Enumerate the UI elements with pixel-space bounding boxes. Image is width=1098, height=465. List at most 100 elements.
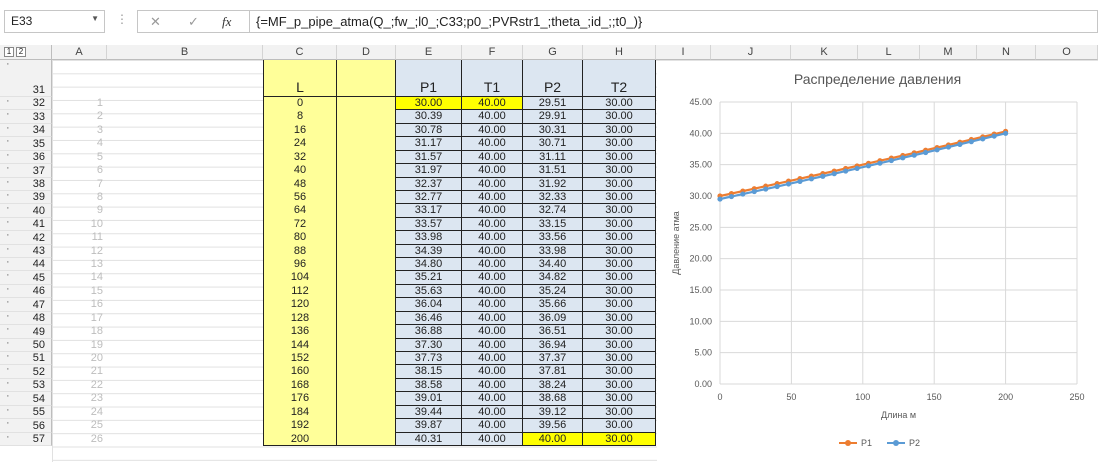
length-cell[interactable]: 8: [263, 110, 337, 124]
length-cell[interactable]: 48: [263, 177, 337, 191]
column-header-i[interactable]: I: [656, 45, 711, 60]
row-index-cell[interactable]: 2: [52, 110, 107, 123]
row-index-cell[interactable]: 5: [52, 151, 107, 164]
value-cell-h[interactable]: 30.00: [583, 365, 656, 379]
length-cell[interactable]: 152: [263, 352, 337, 366]
row-index-cell[interactable]: 23: [52, 392, 107, 405]
empty-input-cell[interactable]: [337, 217, 396, 232]
value-cell-e[interactable]: 37.30: [396, 338, 462, 353]
value-cell-h[interactable]: 30.00: [583, 123, 656, 138]
value-cell-h[interactable]: 30.00: [583, 311, 656, 326]
value-cell-f[interactable]: 40.00: [462, 392, 523, 406]
value-cell-e[interactable]: 30.00: [396, 97, 462, 111]
row-index-cell[interactable]: 15: [52, 285, 107, 298]
value-cell-e[interactable]: 34.39: [396, 244, 462, 259]
value-cell-e[interactable]: 35.63: [396, 284, 462, 299]
column-header-h[interactable]: H: [583, 45, 656, 60]
length-cell[interactable]: 96: [263, 258, 337, 272]
empty-input-cell[interactable]: [337, 405, 396, 420]
empty-input-cell[interactable]: [337, 298, 396, 312]
value-cell-h[interactable]: 30.00: [583, 271, 656, 285]
value-cell-h[interactable]: 30.00: [583, 258, 656, 272]
value-cell-e[interactable]: 33.57: [396, 217, 462, 232]
value-cell-f[interactable]: 40.00: [462, 432, 523, 446]
value-cell-f[interactable]: 40.00: [462, 231, 523, 245]
value-cell-h[interactable]: 30.00: [583, 190, 656, 205]
value-cell-f[interactable]: 40.00: [462, 217, 523, 232]
empty-input-cell[interactable]: [337, 378, 396, 393]
value-cell-e[interactable]: 30.78: [396, 123, 462, 138]
row-index-cell[interactable]: 20: [52, 352, 107, 365]
value-cell-f[interactable]: 40.00: [462, 271, 523, 285]
length-cell[interactable]: 136: [263, 325, 337, 339]
row-index-cell[interactable]: 16: [52, 298, 107, 311]
value-cell-f[interactable]: 40.00: [462, 298, 523, 312]
empty-input-cell[interactable]: [337, 284, 396, 299]
chevron-down-icon[interactable]: ▼: [91, 14, 99, 23]
value-cell-g[interactable]: 31.11: [523, 150, 583, 165]
column-header-j[interactable]: J: [711, 45, 791, 60]
row-index-cell[interactable]: 26: [52, 433, 107, 446]
row-index-cell[interactable]: 11: [52, 231, 107, 244]
value-cell-e[interactable]: 40.31: [396, 432, 462, 446]
empty-input-cell[interactable]: [337, 137, 396, 151]
row-index-cell[interactable]: 25: [52, 419, 107, 432]
value-cell-f[interactable]: 40.00: [462, 352, 523, 366]
row-index-cell[interactable]: 17: [52, 312, 107, 325]
row-index-cell[interactable]: 19: [52, 339, 107, 352]
value-cell-e[interactable]: 33.17: [396, 204, 462, 218]
value-cell-h[interactable]: 30.00: [583, 325, 656, 339]
empty-input-cell[interactable]: [337, 392, 396, 406]
value-cell-e[interactable]: 38.58: [396, 378, 462, 393]
column-header-l[interactable]: L: [858, 45, 920, 60]
length-cell[interactable]: 56: [263, 190, 337, 205]
value-cell-e[interactable]: 32.37: [396, 177, 462, 191]
length-cell[interactable]: 168: [263, 378, 337, 393]
cancel-icon[interactable]: ✕: [150, 14, 161, 30]
value-cell-h[interactable]: 30.00: [583, 244, 656, 259]
header-cell-g[interactable]: P2: [523, 60, 583, 97]
value-cell-f[interactable]: 40.00: [462, 365, 523, 379]
column-header-g[interactable]: G: [523, 45, 583, 60]
value-cell-g[interactable]: 31.51: [523, 164, 583, 178]
value-cell-g[interactable]: 31.92: [523, 177, 583, 191]
value-cell-f[interactable]: 40.00: [462, 190, 523, 205]
column-header-c[interactable]: C: [263, 45, 337, 60]
value-cell-f[interactable]: 40.00: [462, 137, 523, 151]
value-cell-h[interactable]: 30.00: [583, 338, 656, 353]
empty-input-cell[interactable]: [337, 432, 396, 446]
length-cell[interactable]: 144: [263, 338, 337, 353]
row-index-cell[interactable]: 7: [52, 178, 107, 191]
value-cell-e[interactable]: 36.04: [396, 298, 462, 312]
row-index-cell[interactable]: 10: [52, 218, 107, 231]
header-cell-d[interactable]: [337, 60, 396, 97]
pressure-chart[interactable]: Распределение давления 0.00 5.00 10.00 15.0…: [657, 61, 1098, 462]
value-cell-f[interactable]: 40.00: [462, 405, 523, 420]
length-cell[interactable]: 16: [263, 123, 337, 138]
value-cell-h[interactable]: 30.00: [583, 231, 656, 245]
value-cell-h[interactable]: 30.00: [583, 419, 656, 433]
value-cell-g[interactable]: 29.51: [523, 97, 583, 111]
value-cell-h[interactable]: 30.00: [583, 392, 656, 406]
value-cell-f[interactable]: 40.00: [462, 325, 523, 339]
value-cell-g[interactable]: 37.81: [523, 365, 583, 379]
value-cell-g[interactable]: 38.68: [523, 392, 583, 406]
value-cell-g[interactable]: 30.71: [523, 137, 583, 151]
value-cell-h[interactable]: 30.00: [583, 352, 656, 366]
value-cell-e[interactable]: 33.98: [396, 231, 462, 245]
length-cell[interactable]: 24: [263, 137, 337, 151]
value-cell-h[interactable]: 30.00: [583, 405, 656, 420]
length-cell[interactable]: 64: [263, 204, 337, 218]
value-cell-f[interactable]: 40.00: [462, 284, 523, 299]
value-cell-e[interactable]: 31.17: [396, 137, 462, 151]
value-cell-h[interactable]: 30.00: [583, 217, 656, 232]
value-cell-h[interactable]: 30.00: [583, 137, 656, 151]
length-cell[interactable]: 192: [263, 419, 337, 433]
value-cell-f[interactable]: 40.00: [462, 123, 523, 138]
value-cell-e[interactable]: 34.80: [396, 258, 462, 272]
name-box[interactable]: E33 ▼: [4, 10, 105, 33]
row-index-cell[interactable]: 13: [52, 258, 107, 271]
empty-input-cell[interactable]: [337, 177, 396, 191]
value-cell-h[interactable]: 30.00: [583, 177, 656, 191]
length-cell[interactable]: 88: [263, 244, 337, 259]
